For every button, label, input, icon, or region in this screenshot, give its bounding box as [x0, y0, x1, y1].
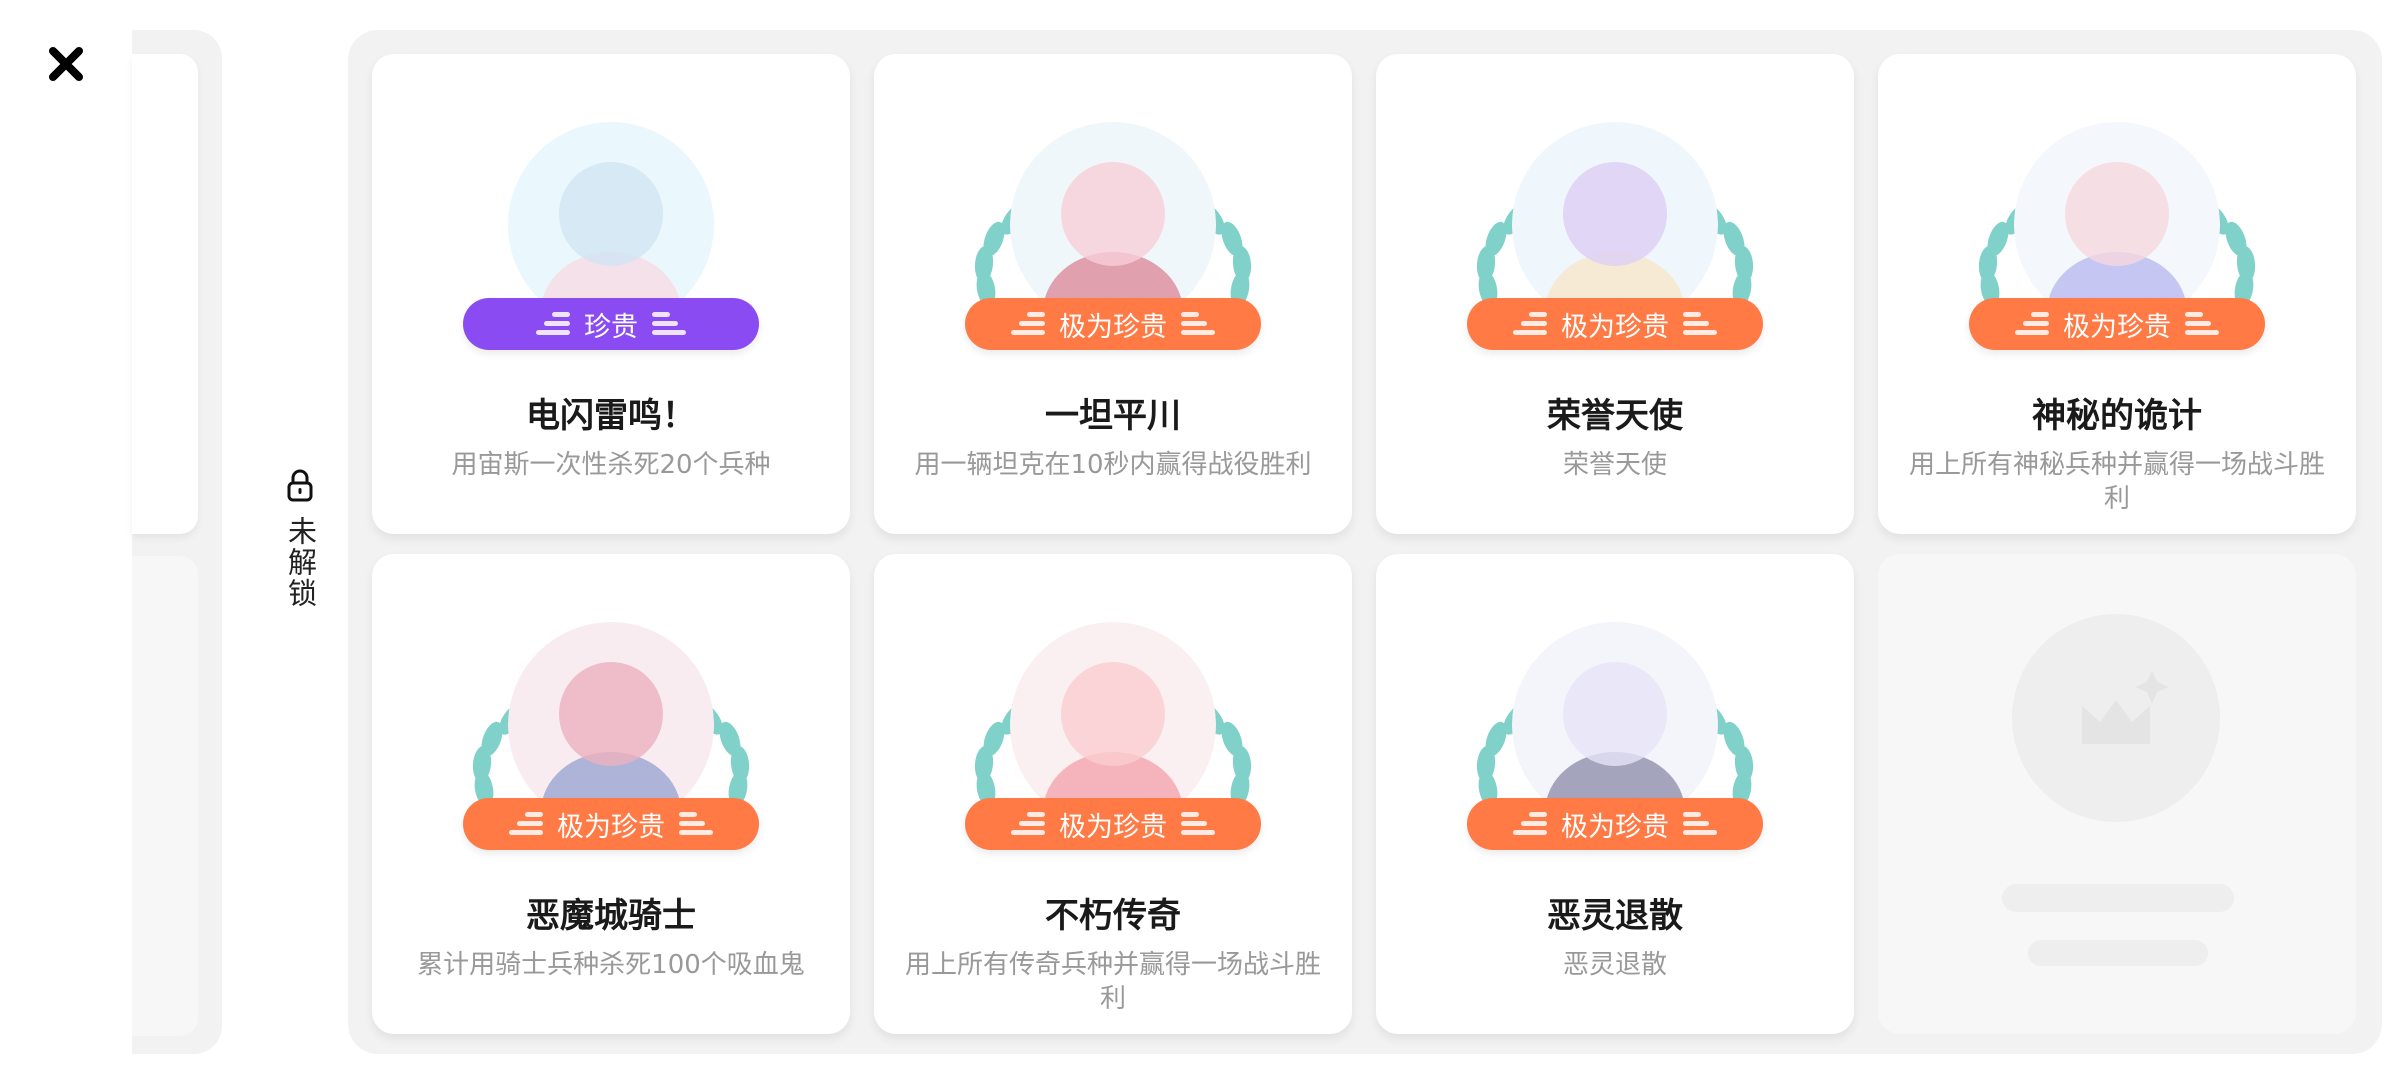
rarity-tag: 极为珍贵 [965, 798, 1261, 850]
achievement-card[interactable]: 极为珍贵一坦平川用一辆坦克在10秒内赢得战役胜利 [874, 54, 1352, 534]
tag-decoration-icon [679, 812, 713, 835]
achievement-card[interactable]: 极为珍贵不朽传奇用上所有传奇兵种并赢得一场战斗胜利 [874, 554, 1352, 1034]
achievement-badge: 极为珍贵 [1376, 554, 1854, 854]
achievements-grid: 珍贵 电闪雷鸣！ 用宙斯一次性杀死20个兵种 极为珍贵 一坦平川 用一辆坦克在10秒内赢得… [372, 54, 2356, 1034]
achievement-card[interactable]: 极为珍贵恶魔城骑士累计用骑士兵种杀死100个吸血鬼 [372, 554, 850, 1034]
tag-decoration-icon [509, 812, 543, 835]
tag-decoration-icon [1683, 812, 1717, 835]
achievement-description: 用上所有传奇兵种并赢得一场战斗胜利 [904, 949, 1321, 1014]
tag-decoration-icon [1683, 312, 1717, 335]
achievement-title: 神秘的诡计 [2032, 396, 2202, 436]
achievement-description: 用宙斯一次性杀死20个兵种 [451, 449, 771, 480]
rarity-label: 极为珍贵 [1059, 311, 1167, 343]
tag-decoration-icon [1181, 812, 1215, 835]
rarity-label: 珍贵 [584, 311, 638, 343]
rarity-tag: 极为珍贵 [1467, 798, 1763, 850]
achievement-title: 电闪雷鸣！ [526, 396, 696, 436]
locked-section-label: 未解锁 [280, 468, 320, 609]
achievement-description: 用上所有神秘兵种并赢得一场战斗胜利 [1908, 449, 2325, 514]
achievement-title: 恶灵退散 [1547, 896, 1683, 936]
achievement-card[interactable]: 珍贵电闪雷鸣！ 用宙斯一次性杀死20个兵种 [372, 54, 850, 534]
achievement-card[interactable]: 极为珍贵神秘的诡计用上所有神秘兵种并赢得一场战斗胜利 [1878, 54, 2356, 534]
achievement-title: 荣誉天使 [1547, 396, 1683, 436]
close-button[interactable] [48, 46, 84, 82]
lock-icon [287, 469, 313, 502]
achievement-description: 累计用骑士兵种杀死100个吸血鬼 [417, 949, 805, 980]
rarity-tag: 极为珍贵 [965, 298, 1261, 350]
placeholder-avatar [2012, 614, 2220, 822]
previous-category-card[interactable] [132, 556, 198, 1036]
locked-label-text: 未解锁 [283, 516, 318, 609]
rarity-tag: 极为珍贵 [1467, 298, 1763, 350]
placeholder-description-bar [2028, 940, 2208, 966]
achievement-badge: 极为珍贵 [1878, 54, 2356, 354]
achievement-badge: 珍贵 [372, 54, 850, 354]
tag-decoration-icon [1513, 812, 1547, 835]
achievement-description: 荣誉天使 [1562, 449, 1667, 480]
empty-achievement-slot [1878, 554, 2356, 1034]
placeholder-title-bar [2002, 884, 2234, 912]
achievement-description: 恶灵退散 [1562, 949, 1667, 980]
achievement-badge: 极为珍贵 [372, 554, 850, 854]
achievement-title: 不朽传奇 [1045, 896, 1181, 936]
achievement-badge: 极为珍贵 [874, 54, 1352, 354]
rarity-label: 极为珍贵 [1561, 811, 1669, 843]
close-icon [49, 47, 83, 81]
achievement-badge: 极为珍贵 [874, 554, 1352, 854]
rarity-tag: 极为珍贵 [463, 798, 759, 850]
tag-decoration-icon [1513, 312, 1547, 335]
tag-decoration-icon [1011, 312, 1045, 335]
achievement-title: 一坦平川 [1045, 396, 1181, 436]
rarity-label: 极为珍贵 [1059, 811, 1167, 843]
achievement-card[interactable]: 极为珍贵 荣誉天使 荣誉天使 [1376, 54, 1854, 534]
rarity-tag: 极为珍贵 [1969, 298, 2265, 350]
achievement-title: 恶魔城骑士 [526, 896, 696, 936]
achievement-badge: 极为珍贵 [1376, 54, 1854, 354]
rarity-label: 极为珍贵 [1561, 311, 1669, 343]
achievement-card[interactable]: 极为珍贵 恶灵退散 恶灵退散 [1376, 554, 1854, 1034]
tag-decoration-icon [1011, 812, 1045, 835]
previous-category-card[interactable] [132, 54, 198, 534]
rarity-tag: 珍贵 [463, 298, 759, 350]
tag-decoration-icon [652, 312, 686, 335]
achievement-description: 用一辆坦克在10秒内赢得战役胜利 [914, 449, 1312, 480]
tag-decoration-icon [2185, 312, 2219, 335]
tag-decoration-icon [1181, 312, 1215, 335]
rarity-label: 极为珍贵 [2063, 311, 2171, 343]
tag-decoration-icon [536, 312, 570, 335]
tag-decoration-icon [2015, 312, 2049, 335]
rarity-label: 极为珍贵 [557, 811, 665, 843]
crown-sparkle-icon [2082, 670, 2169, 744]
